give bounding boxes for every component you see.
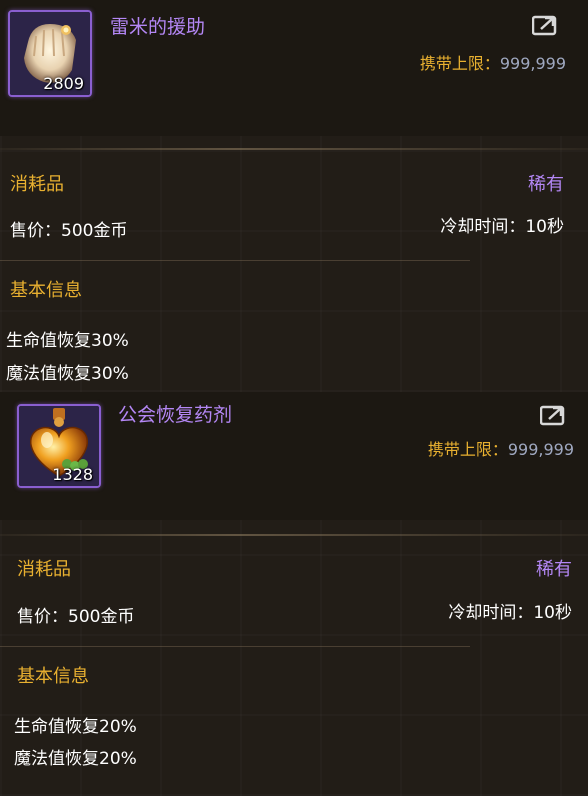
carry-limit-label: 携带上限： [427, 440, 508, 459]
item-rarity: 稀有 [536, 559, 572, 580]
section-title: 基本信息 [17, 666, 89, 687]
item-quantity: 1328 [52, 465, 93, 484]
item-type: 消耗品 [10, 174, 64, 195]
item-rarity: 稀有 [528, 174, 564, 195]
price-label: 售价： [10, 221, 61, 241]
cooldown-value: 10秒 [533, 603, 572, 623]
effect-line: 魔法值恢复30% [6, 364, 129, 384]
effect-line: 生命值恢复30% [6, 331, 129, 351]
item-cooldown: 冷却时间：10秒 [448, 598, 572, 623]
header-divider [0, 534, 588, 536]
price-label: 售价： [17, 607, 68, 627]
item-name: 公会恢复药剂 [118, 404, 233, 426]
item-price: 售价：500金币 [10, 216, 127, 241]
carry-limit-value: 999,999 [507, 440, 574, 459]
item-card-2: 1328 公会恢复药剂 携带上限：999,999 消耗品 稀有 售价：500金币… [0, 392, 588, 796]
effect-line: 生命值恢复20% [14, 717, 137, 737]
carry-limit-value: 999,999 [499, 54, 566, 73]
cooldown-label: 冷却时间： [440, 217, 526, 237]
carry-limit: 携带上限：999,999 [428, 436, 574, 460]
section-divider [0, 260, 470, 261]
item-price: 售价：500金币 [17, 602, 134, 627]
item-type: 消耗品 [17, 559, 71, 580]
effect-line: 魔法值恢复20% [14, 749, 137, 769]
item-quantity: 2809 [43, 74, 84, 93]
price-value: 500金币 [61, 221, 128, 241]
share-icon[interactable] [532, 14, 560, 36]
item-icon-frame[interactable]: 1328 [17, 404, 101, 488]
item-icon-frame[interactable]: 2809 [8, 10, 92, 97]
item-cooldown: 冷却时间：10秒 [440, 212, 564, 237]
item-card-1: 2809 雷米的援助 携带上限：999,999 消耗品 稀有 售价：500金币 … [0, 0, 588, 392]
header-divider [0, 148, 588, 150]
item-name: 雷米的援助 [110, 16, 206, 38]
cooldown-value: 10秒 [525, 217, 564, 237]
section-title: 基本信息 [10, 280, 82, 301]
cooldown-label: 冷却时间： [448, 603, 534, 623]
share-icon[interactable] [540, 404, 568, 426]
price-value: 500金币 [68, 607, 135, 627]
carry-limit: 携带上限：999,999 [420, 50, 566, 74]
carry-limit-label: 携带上限： [419, 54, 500, 73]
section-divider [0, 646, 470, 647]
